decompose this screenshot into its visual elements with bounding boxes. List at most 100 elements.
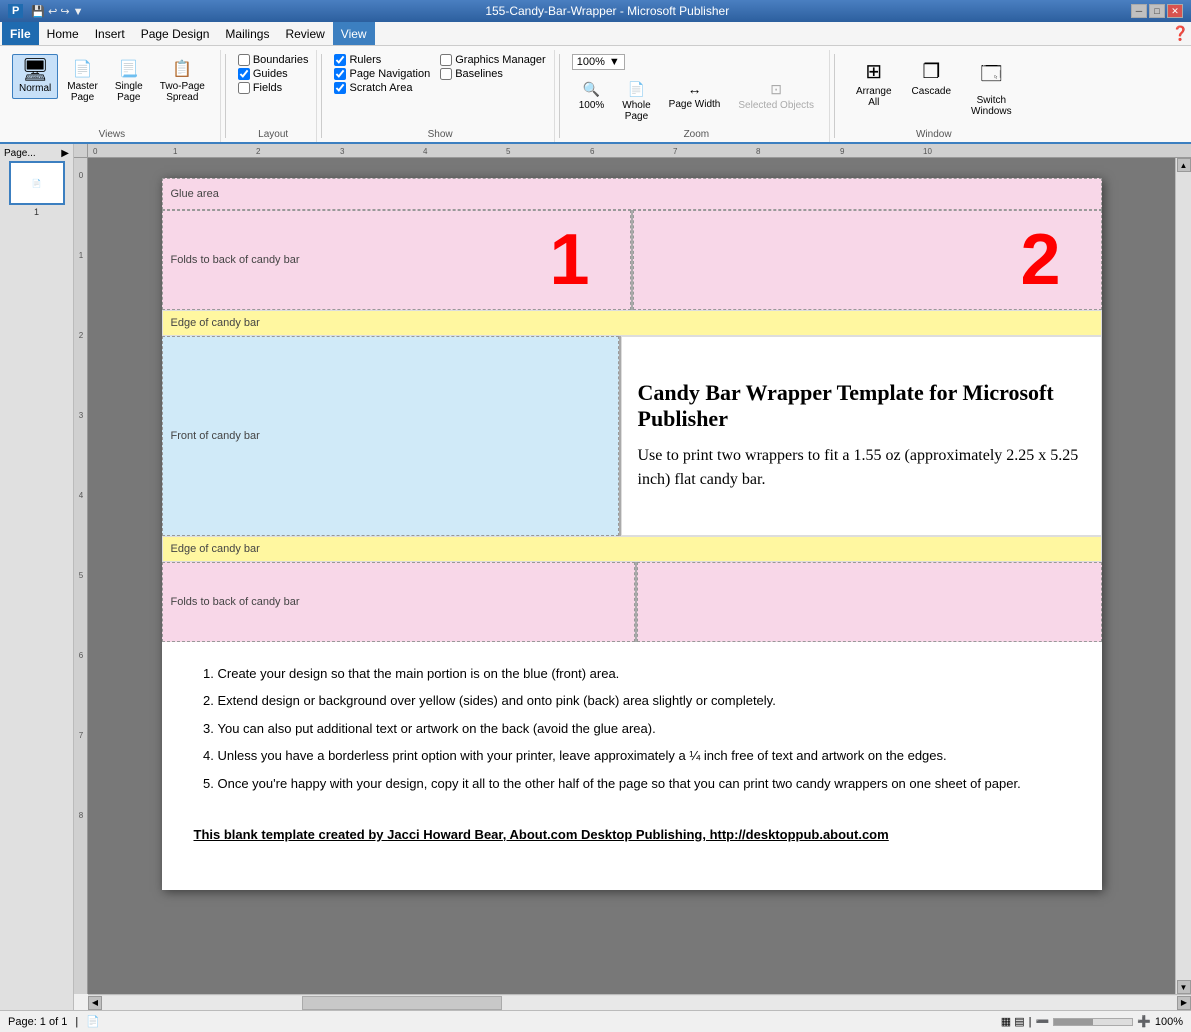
selected-objects-icon: ⊡ <box>770 81 782 98</box>
scroll-down-button[interactable]: ▼ <box>1177 980 1191 994</box>
guides-checkbox[interactable]: Guides <box>238 68 309 80</box>
scratch-area-checkbox[interactable]: Scratch Area <box>334 82 430 94</box>
switch-windows-icon: 🗔 <box>980 59 1002 93</box>
graphics-manager-input[interactable] <box>440 54 452 66</box>
zoom-slider[interactable] <box>1053 1018 1133 1026</box>
scroll-right-button[interactable]: ▶ <box>1177 996 1191 1010</box>
selected-objects-button[interactable]: ⊡ Selected Objects <box>731 76 821 127</box>
fields-checkbox[interactable]: Fields <box>238 82 309 94</box>
credit-line: This blank template created by Jacci How… <box>162 819 1102 850</box>
ribbon-group-views: 🖥 Normal 📄 MasterPage 📃 SinglePage 📋 Two… <box>4 50 221 142</box>
fold-bottom-right <box>637 562 1102 642</box>
sep4 <box>834 54 835 138</box>
glue-area: Glue area <box>162 178 1102 210</box>
boundaries-checkbox[interactable]: Boundaries <box>238 54 309 66</box>
fold-bottom-left: Folds to back of candy bar <box>162 562 635 642</box>
fields-input[interactable] <box>238 82 250 94</box>
doc-description: Use to print two wrappers to fit a 1.55 … <box>638 444 1085 492</box>
close-button[interactable]: ✕ <box>1167 4 1183 18</box>
normal-view-button[interactable]: 🖥 Normal <box>12 54 58 99</box>
fold-bottom-left-label: Folds to back of candy bar <box>171 596 300 608</box>
scrollbar-v[interactable]: ▲ ▼ <box>1175 158 1191 994</box>
menu-view[interactable]: View <box>333 22 375 45</box>
ribbon-group-window: ⊞ ArrangeAll ❐ Cascade 🗔 SwitchWindows W… <box>839 50 1029 142</box>
zoom-100-button[interactable]: 🔍 100% <box>572 76 612 127</box>
page-bottom-margin <box>162 850 1102 890</box>
single-page-label: SinglePage <box>115 81 143 103</box>
restore-button[interactable]: □ <box>1149 4 1165 18</box>
status-zoom-minus[interactable]: ➖ <box>1035 1015 1049 1028</box>
graphics-manager-checkbox[interactable]: Graphics Manager <box>440 54 546 66</box>
single-page-button[interactable]: 📃 SinglePage <box>107 54 151 108</box>
scroll-up-button[interactable]: ▲ <box>1177 158 1191 172</box>
page-width-button[interactable]: ↔ Page Width <box>662 76 728 127</box>
views-group-label: Views <box>99 127 126 142</box>
arrange-all-icon: ⊞ <box>865 59 882 84</box>
two-page-button[interactable]: 📋 Two-PageSpread <box>153 54 212 108</box>
menu-page-design[interactable]: Page Design <box>133 22 218 45</box>
zoom-100-label: 100% <box>579 100 605 111</box>
page-thumbnail-1[interactable]: 📄 <box>9 161 65 205</box>
layout-group-label: Layout <box>258 127 288 142</box>
menu-insert[interactable]: Insert <box>87 22 133 45</box>
menu-home[interactable]: Home <box>39 22 87 45</box>
menu-file[interactable]: File <box>2 22 39 45</box>
canvas-panel: 0 1 2 3 4 5 6 7 8 9 10 <box>74 144 1191 1010</box>
page-navigation-checkbox[interactable]: Page Navigation <box>334 68 430 80</box>
scroll-track-h <box>102 996 1177 1010</box>
svg-text:8: 8 <box>79 811 84 820</box>
rulers-checkbox[interactable]: Rulers <box>334 54 430 66</box>
window-title: 155-Candy-Bar-Wrapper - Microsoft Publis… <box>485 4 729 18</box>
instructions-area: Create your design so that the main port… <box>162 642 1102 819</box>
ribbon-group-layout: Boundaries Guides Fields Layout <box>230 50 318 142</box>
page-navigation-input[interactable] <box>334 68 346 80</box>
svg-text:5: 5 <box>79 571 84 580</box>
guides-input[interactable] <box>238 68 250 80</box>
scratch-area-input[interactable] <box>334 82 346 94</box>
cascade-button[interactable]: ❐ Cascade <box>903 54 960 102</box>
layout-buttons: Boundaries Guides Fields <box>238 50 309 127</box>
zoom-buttons: 100% ▼ 🔍 100% 📄 WholePage ↔ Pa <box>572 50 821 127</box>
baselines-input[interactable] <box>440 68 452 80</box>
arrange-all-button[interactable]: ⊞ ArrangeAll <box>847 54 901 113</box>
fold-back-bottom: Folds to back of candy bar <box>162 562 1102 642</box>
quick-access: 💾 ↩ ↪ ▼ <box>31 5 83 18</box>
boundaries-input[interactable] <box>238 54 250 66</box>
front-left-label: Front of candy bar <box>171 430 260 442</box>
status-zoom-plus[interactable]: ➕ <box>1137 1015 1151 1028</box>
master-page-button[interactable]: 📄 MasterPage <box>60 54 105 108</box>
svg-text:3: 3 <box>79 411 84 420</box>
number-2-label: 2 <box>1020 224 1060 296</box>
rulers-input[interactable] <box>334 54 346 66</box>
svg-text:4: 4 <box>423 147 428 156</box>
whole-page-button[interactable]: 📄 WholePage <box>615 76 657 127</box>
switch-windows-button[interactable]: 🗔 SwitchWindows <box>962 54 1021 122</box>
credit-site: About.com Desktop Publishing <box>510 827 703 842</box>
instructions-list: Create your design so that the main port… <box>218 662 1070 795</box>
zoom-value: 100% <box>577 56 605 68</box>
show-right-checkboxes: Graphics Manager Baselines <box>440 54 546 80</box>
help-icon[interactable]: ❓ <box>1172 25 1189 42</box>
front-area: Front of candy bar Candy Bar Wrapper Tem… <box>162 336 1102 536</box>
publisher-page[interactable]: Glue area Folds to back of candy bar 1 <box>162 178 1102 890</box>
menu-mailings[interactable]: Mailings <box>217 22 277 45</box>
ribbon-group-zoom: 100% ▼ 🔍 100% 📄 WholePage ↔ Pa <box>564 50 830 142</box>
single-page-icon: 📃 <box>119 59 139 79</box>
menu-review[interactable]: Review <box>277 22 332 45</box>
scrollbar-h[interactable]: ◀ ▶ <box>88 994 1191 1010</box>
baselines-checkbox[interactable]: Baselines <box>440 68 546 80</box>
page-nav-arrow[interactable]: ▶ <box>61 148 69 159</box>
scroll-left-button[interactable]: ◀ <box>88 996 102 1010</box>
svg-text:0: 0 <box>93 147 98 156</box>
fold-back-right: 2 <box>633 210 1102 310</box>
zoom-dropdown[interactable]: 100% ▼ <box>572 54 625 70</box>
main-canvas[interactable]: Glue area Folds to back of candy bar 1 <box>88 158 1175 994</box>
ribbon: 🖥 Normal 📄 MasterPage 📃 SinglePage 📋 Two… <box>0 46 1191 144</box>
zoom-100-icon: 🔍 <box>583 81 600 98</box>
edge-bar-top: Edge of candy bar <box>162 310 1102 336</box>
sep1 <box>225 54 226 138</box>
svg-text:3: 3 <box>340 147 345 156</box>
page-width-label: Page Width <box>669 99 721 110</box>
minimize-button[interactable]: ─ <box>1131 4 1147 18</box>
scroll-thumb-h[interactable] <box>302 996 502 1010</box>
